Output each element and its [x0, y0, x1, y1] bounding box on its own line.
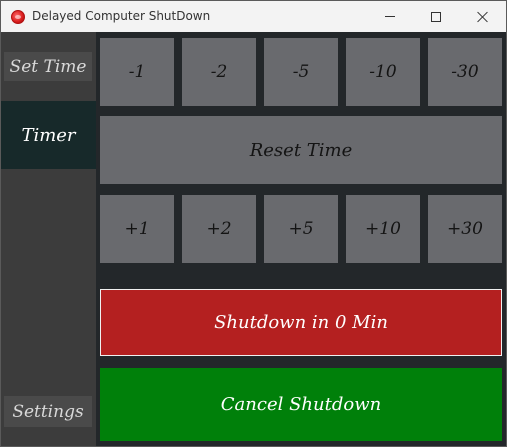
shutdown-button[interactable]: Shutdown in 0 Min [100, 289, 502, 356]
plus-2-button[interactable]: +2 [182, 195, 256, 263]
cancel-shutdown-button[interactable]: Cancel Shutdown [100, 368, 502, 441]
minus-2-button[interactable]: -2 [182, 38, 256, 106]
minimize-icon [385, 16, 395, 17]
close-button[interactable] [460, 1, 506, 32]
minus-1-button[interactable]: -1 [100, 38, 174, 106]
minus-10-button[interactable]: -10 [346, 38, 420, 106]
title-bar[interactable]: Delayed Computer ShutDown [1, 1, 506, 32]
maximize-icon [431, 11, 441, 22]
sidebar-item-set-time[interactable]: Set Time [4, 52, 92, 81]
maximize-button[interactable] [413, 1, 459, 32]
sidebar-item-timer[interactable]: Timer [1, 101, 96, 169]
app-window: Delayed Computer ShutDown Set Time Timer… [0, 0, 507, 447]
plus-30-button[interactable]: +30 [428, 195, 502, 263]
minimize-button[interactable] [367, 1, 413, 32]
sidebar: Set Time Timer Settings [1, 32, 96, 446]
plus-1-button[interactable]: +1 [100, 195, 174, 263]
close-icon [477, 11, 489, 23]
reset-time-button[interactable]: Reset Time [100, 116, 502, 184]
plus-5-button[interactable]: +5 [264, 195, 338, 263]
minus-30-button[interactable]: -30 [428, 38, 502, 106]
sidebar-item-settings[interactable]: Settings [4, 396, 92, 427]
minus-5-button[interactable]: -5 [264, 38, 338, 106]
plus-10-button[interactable]: +10 [346, 195, 420, 263]
window-title: Delayed Computer ShutDown [32, 9, 211, 23]
app-logo-icon [11, 10, 25, 24]
